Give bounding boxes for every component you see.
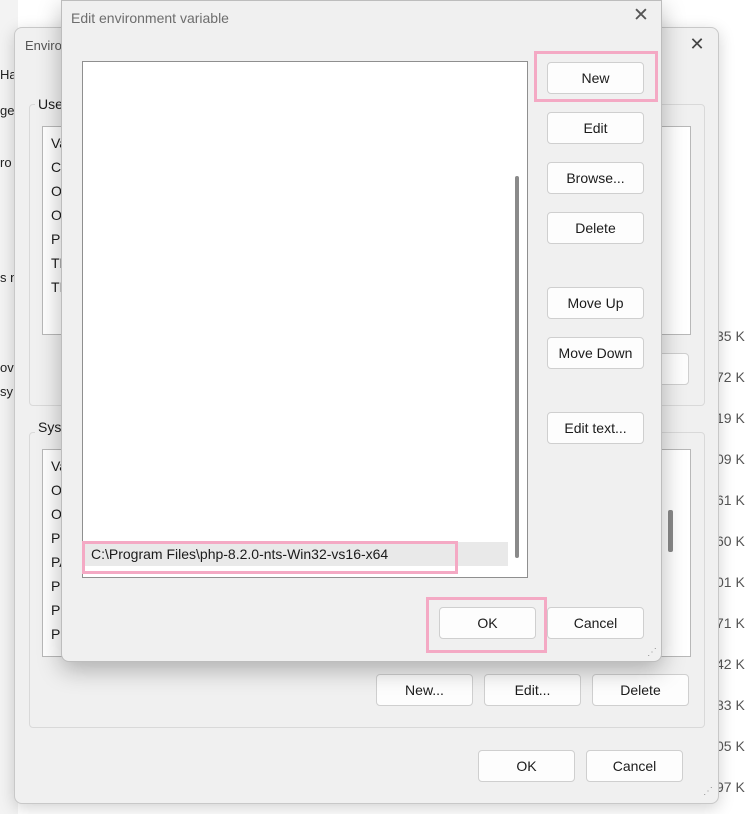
resize-grip-icon[interactable]: ⋰: [647, 647, 657, 658]
resize-grip-icon[interactable]: ⋰: [703, 786, 713, 797]
path-entry-highlight: [82, 541, 458, 574]
system-edit-button[interactable]: Edit...: [484, 674, 581, 706]
background-fragment: ov: [0, 360, 14, 375]
close-icon[interactable]: ✕: [630, 5, 652, 27]
path-list[interactable]: C:\Program Files\php-8.2.0-nts-Win32-vs1…: [82, 61, 528, 578]
window-title: Enviro: [25, 38, 62, 53]
cancel-button[interactable]: Cancel: [586, 750, 683, 782]
browse-button[interactable]: Browse...: [547, 162, 644, 194]
system-new-button[interactable]: New...: [376, 674, 473, 706]
file-size: 61 K: [716, 492, 745, 508]
file-size: 35 K: [716, 328, 745, 344]
file-size: 97 K: [716, 779, 745, 795]
system-delete-button[interactable]: Delete: [592, 674, 689, 706]
file-size: 09 K: [716, 451, 745, 467]
file-size: 01 K: [716, 574, 745, 590]
background-fragment: sy: [0, 384, 13, 399]
dialog-title: Edit environment variable: [71, 10, 229, 26]
close-icon[interactable]: ✕: [687, 34, 707, 54]
new-button-highlight: [534, 51, 658, 102]
file-size: 60 K: [716, 533, 745, 549]
scrollbar-thumb[interactable]: [515, 176, 519, 558]
background-fragment: ro: [0, 155, 12, 170]
file-size: 42 K: [716, 656, 745, 672]
scrollbar-thumb[interactable]: [668, 510, 673, 552]
file-size: 05 K: [716, 738, 745, 754]
file-size: 71 K: [716, 615, 745, 631]
background-fragment: ge: [0, 103, 15, 118]
delete-button[interactable]: Delete: [547, 212, 644, 244]
edit-text-button[interactable]: Edit text...: [547, 412, 644, 444]
cancel-button[interactable]: Cancel: [547, 607, 644, 639]
move-down-button[interactable]: Move Down: [547, 337, 644, 369]
edit-environment-variable-dialog: Edit environment variable ✕ C:\Program F…: [61, 0, 662, 662]
move-up-button[interactable]: Move Up: [547, 287, 644, 319]
edit-button[interactable]: Edit: [547, 112, 644, 144]
file-size: 72 K: [716, 369, 745, 385]
ok-button-highlight: [426, 597, 547, 653]
file-size: 19 K: [716, 410, 745, 426]
file-size: 83 K: [716, 697, 745, 713]
ok-button[interactable]: OK: [478, 750, 575, 782]
